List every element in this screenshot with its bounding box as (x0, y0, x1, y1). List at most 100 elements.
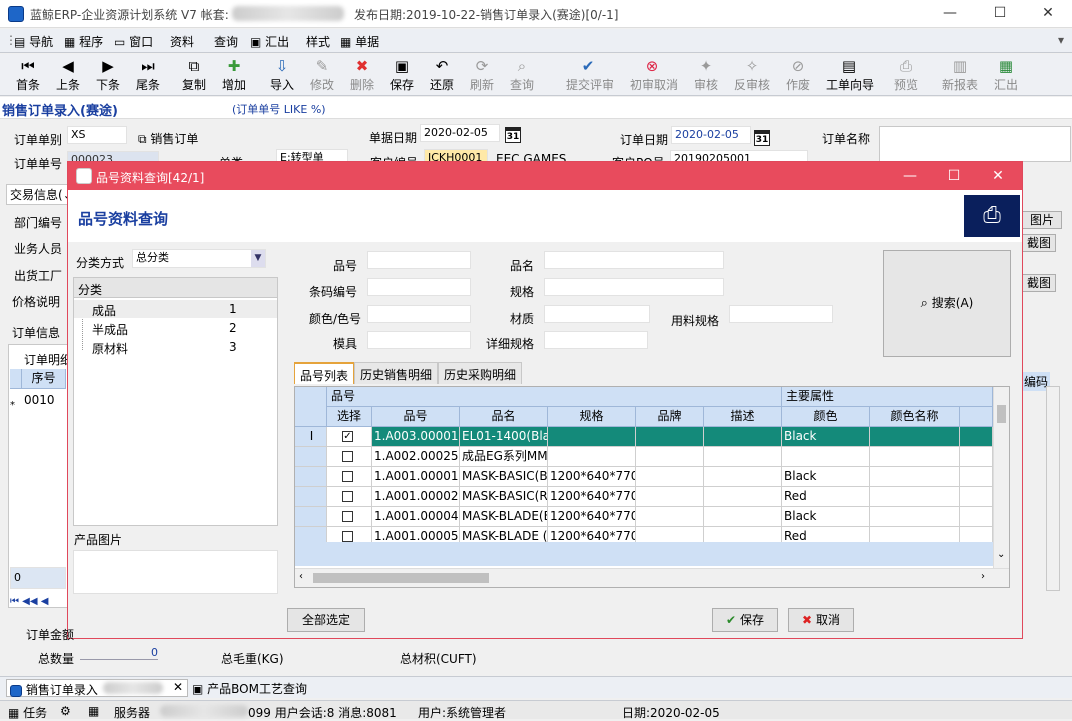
row-indicator[interactable] (295, 467, 327, 487)
restore-button[interactable]: ↶ 还原 (422, 56, 462, 94)
maximize-icon[interactable]: ☐ (990, 4, 1010, 22)
cancel-button[interactable]: ✖ 取消 (788, 608, 854, 632)
refresh-button[interactable]: ⟳ 刷新 (462, 56, 502, 94)
status-grid-icon[interactable]: ▦ (88, 704, 99, 718)
grid-cell-color[interactable]: Black (782, 467, 870, 487)
grid-cell-desc[interactable] (704, 427, 782, 447)
col-item-name[interactable]: 品名 (460, 407, 548, 427)
minimize-icon[interactable]: — (940, 4, 960, 22)
grid-cell-item-no[interactable]: 1.A001.00004 (372, 507, 460, 527)
grid-cell-spec[interactable]: 1200*640*770r (548, 467, 636, 487)
delete-button[interactable]: ✖ 删除 (342, 56, 382, 94)
color-input[interactable] (367, 305, 471, 323)
order-date-input[interactable]: 2020-02-05 (671, 126, 751, 144)
material-input[interactable] (544, 305, 650, 323)
dialog-close-icon[interactable]: ✕ (988, 167, 1008, 185)
tab-purchase-history[interactable]: 历史采购明细 (438, 362, 523, 384)
right-image-button[interactable]: 图片 (1022, 211, 1062, 229)
tab-item-list[interactable]: 品号列表 (294, 362, 355, 384)
doc-tab-sales-order[interactable]: 销售订单录入 ✕ (6, 679, 188, 697)
tab-sales-history[interactable]: 历史销售明细 (354, 362, 439, 384)
grid-cell-color[interactable]: Red (782, 487, 870, 507)
col-color[interactable]: 颜色 (782, 407, 870, 427)
grid-cell-name[interactable]: EL01-1400(Black (460, 427, 548, 447)
grid-cell-brand[interactable] (636, 447, 704, 467)
last-record-button[interactable]: ⏭ 尾条 (128, 56, 168, 94)
grid-cell-item-no[interactable]: 1.A002.00025 (372, 447, 460, 467)
tree-item[interactable]: 原材料 3 (74, 338, 277, 356)
edit-button[interactable]: ✎ 修改 (302, 56, 342, 94)
work-order-wizard-button[interactable]: ▤ 工单向导 (826, 56, 874, 94)
pager-nav-icon[interactable]: ⏮ ◀◀ ◀ (10, 596, 48, 607)
col-brand[interactable]: 品牌 (636, 407, 704, 427)
menu-program[interactable]: ▦ 程序 (64, 33, 103, 50)
calendar-icon[interactable]: 31 (754, 130, 770, 146)
barcode-input[interactable] (367, 278, 471, 296)
tree-item[interactable]: 半成品 2 (74, 319, 277, 337)
close-icon[interactable]: ✕ (1038, 4, 1058, 22)
menu-window[interactable]: ▭ 窗口 (114, 33, 153, 50)
search-button[interactable]: ⌕ 搜索(A) (883, 250, 1011, 357)
export-toolbar-button[interactable]: ▦ 汇出 (986, 56, 1026, 94)
mold-input[interactable] (367, 331, 471, 349)
row-select-checkbox[interactable] (327, 467, 372, 487)
menu-style[interactable]: 样式 (306, 33, 330, 50)
grid-cell-item-no[interactable]: 1.A001.00002 (372, 487, 460, 507)
col-desc[interactable]: 描述 (704, 407, 782, 427)
grid-cell-desc[interactable] (704, 467, 782, 487)
add-button[interactable]: ✚ 增加 (214, 56, 254, 94)
select-all-button[interactable]: 全部选定 (287, 608, 365, 632)
detail-spec-input[interactable] (544, 331, 648, 349)
menu-document[interactable]: ▦ 单据 (340, 33, 379, 50)
row-select-checkbox[interactable] (327, 487, 372, 507)
calendar-icon[interactable]: 31 (505, 127, 521, 143)
grid-cell-name[interactable]: 成品EG系列MM (460, 447, 548, 467)
grid-cell-name[interactable]: MASK-BASIC(B (460, 467, 548, 487)
col-item-no[interactable]: 品号 (372, 407, 460, 427)
grid-cell-spec[interactable] (548, 427, 636, 447)
menu-query[interactable]: 查询 (214, 33, 238, 50)
tree-item[interactable]: 成品 1 (74, 300, 277, 318)
menu-overflow-icon[interactable]: ▾ (1058, 33, 1064, 47)
classify-select[interactable]: 总分类 (132, 249, 266, 268)
screenshot-button[interactable]: 截图 (1022, 234, 1056, 252)
row-indicator[interactable]: I (295, 427, 327, 447)
tab-order-info[interactable]: 订单信息 (12, 324, 60, 341)
status-settings-icon[interactable]: ⚙ (60, 704, 71, 718)
grid-cell-desc[interactable] (704, 487, 782, 507)
item-name-input[interactable] (544, 251, 724, 269)
new-report-button[interactable]: ▥ 新报表 (940, 56, 980, 94)
col-spec[interactable]: 规格 (548, 407, 636, 427)
first-record-button[interactable]: ⏮ 首条 (8, 56, 48, 94)
row-indicator[interactable] (295, 447, 327, 467)
import-button[interactable]: ⇩ 导入 (262, 56, 302, 94)
grid-cell-spec[interactable] (548, 447, 636, 467)
doc-date-input[interactable]: 2020-02-05 (420, 124, 500, 142)
col-select[interactable]: 选择 (327, 407, 372, 427)
save-button[interactable]: ✔ 保存 (712, 608, 778, 632)
cancel-first-review-button[interactable]: ⊗ 初审取消 (630, 56, 678, 94)
row-indicator[interactable] (295, 507, 327, 527)
grid-cell-color-name[interactable] (870, 467, 960, 487)
save-toolbar-button[interactable]: ▣ 保存 (382, 56, 422, 94)
row-select-checkbox[interactable] (327, 507, 372, 527)
preview-button[interactable]: ⎙ 预览 (886, 56, 926, 94)
row-select-checkbox[interactable]: ✓ (327, 427, 372, 447)
order-name-input[interactable] (879, 126, 1071, 162)
dialog-maximize-icon[interactable]: ☐ (944, 167, 964, 185)
grid-cell-item-no[interactable]: 1.A001.00001 (372, 467, 460, 487)
right-scrollbar[interactable] (1046, 386, 1060, 591)
grid-cell-desc[interactable] (704, 447, 782, 467)
order-type-input[interactable]: XS (67, 126, 127, 144)
grid-cell-brand[interactable] (636, 487, 704, 507)
grid-cell-color-name[interactable] (870, 427, 960, 447)
query-button[interactable]: ⌕ 查询 (502, 56, 542, 94)
chevron-down-icon[interactable]: ▼ (251, 250, 265, 267)
mat-spec-input[interactable] (729, 305, 833, 323)
grid-cell-spec[interactable]: 1200*640*770r (548, 507, 636, 527)
grid-cell-spec[interactable]: 1200*640*770r (548, 487, 636, 507)
dialog-minimize-icon[interactable]: — (900, 167, 920, 185)
grid-cell-name[interactable]: MASK-BASIC(R (460, 487, 548, 507)
unapprove-button[interactable]: ✧ 反审核 (732, 56, 772, 94)
copy-button[interactable]: ⧉ 复制 (174, 56, 214, 94)
